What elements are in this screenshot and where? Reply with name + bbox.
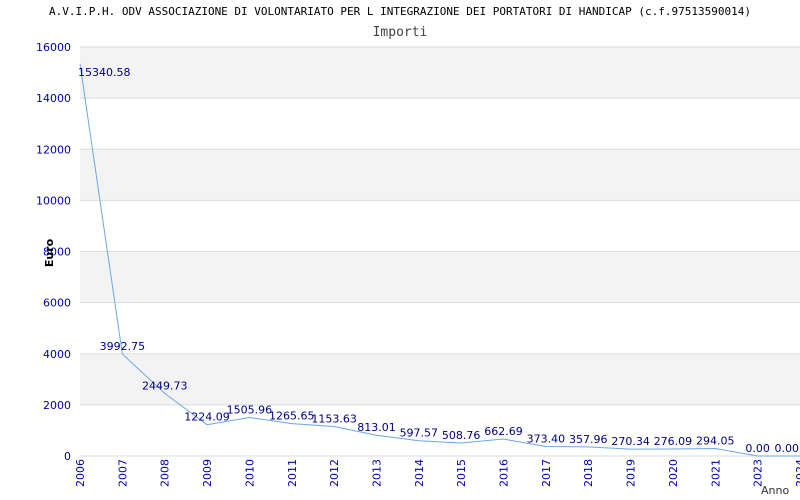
x-tick-label: 2011 <box>286 459 299 487</box>
x-tick-label: 2015 <box>455 459 468 487</box>
x-tick-label: 2013 <box>370 459 383 487</box>
x-tick-label: 2020 <box>667 459 680 487</box>
line-chart: 0200040006000800010000120001400016000 20… <box>36 41 800 497</box>
y-tick-label: 12000 <box>36 143 71 156</box>
data-label: 3992.75 <box>100 340 146 353</box>
y-tick-label: 10000 <box>36 194 71 207</box>
x-axis-label: Anno <box>761 484 789 497</box>
y-tick-label: 16000 <box>36 41 71 54</box>
data-label: 813.01 <box>357 421 396 434</box>
data-label: 662.69 <box>484 425 523 438</box>
data-label: 0.00 <box>775 442 800 455</box>
data-label: 0.00 <box>745 442 770 455</box>
data-label: 1153.63 <box>311 413 357 426</box>
x-tick-label: 2007 <box>116 459 129 487</box>
x-tick-label: 2018 <box>582 459 595 487</box>
x-tick-label: 2006 <box>74 459 87 487</box>
data-label: 1265.65 <box>269 410 315 423</box>
x-tick-label: 2012 <box>328 459 341 487</box>
data-label: 373.40 <box>527 432 566 445</box>
x-tick-label: 2009 <box>201 459 214 487</box>
x-tick-label: 2021 <box>709 459 722 487</box>
y-tick-label: 6000 <box>43 297 71 310</box>
data-label: 2449.73 <box>142 379 188 392</box>
x-tick-label: 2016 <box>498 459 511 487</box>
y-tick-label: 0 <box>64 450 71 463</box>
x-tick-label: 2010 <box>243 459 256 487</box>
x-tick-label: 2023 <box>752 459 765 487</box>
data-label: 270.34 <box>611 435 650 448</box>
data-label: 357.96 <box>569 433 608 446</box>
data-label: 294.05 <box>696 434 735 447</box>
background-band <box>80 251 800 303</box>
background-band <box>80 353 800 405</box>
x-tick-label: 2017 <box>540 459 553 487</box>
y-tick-label: 4000 <box>43 348 71 361</box>
data-label: 15340.58 <box>78 66 131 79</box>
y-tick-label: 2000 <box>43 399 71 412</box>
y-axis-label: Euro <box>43 238 56 267</box>
x-tick-label: 2014 <box>413 459 426 487</box>
x-tick-label: 2024 <box>794 459 800 487</box>
background-bands <box>80 47 800 405</box>
data-label: 508.76 <box>442 429 481 442</box>
background-band <box>80 149 800 201</box>
data-label: 597.57 <box>400 427 439 440</box>
data-label: 1224.09 <box>184 411 230 424</box>
data-label: 276.09 <box>654 435 693 448</box>
x-tick-label: 2019 <box>625 459 638 487</box>
y-tick-label: 14000 <box>36 92 71 105</box>
data-label: 1505.96 <box>227 404 273 417</box>
x-axis-ticks: 2006 2007 2008 2009 2010 2011 2012 2013 2014 2015… <box>74 459 800 487</box>
x-tick-label: 2008 <box>159 459 172 487</box>
background-band <box>80 47 800 99</box>
